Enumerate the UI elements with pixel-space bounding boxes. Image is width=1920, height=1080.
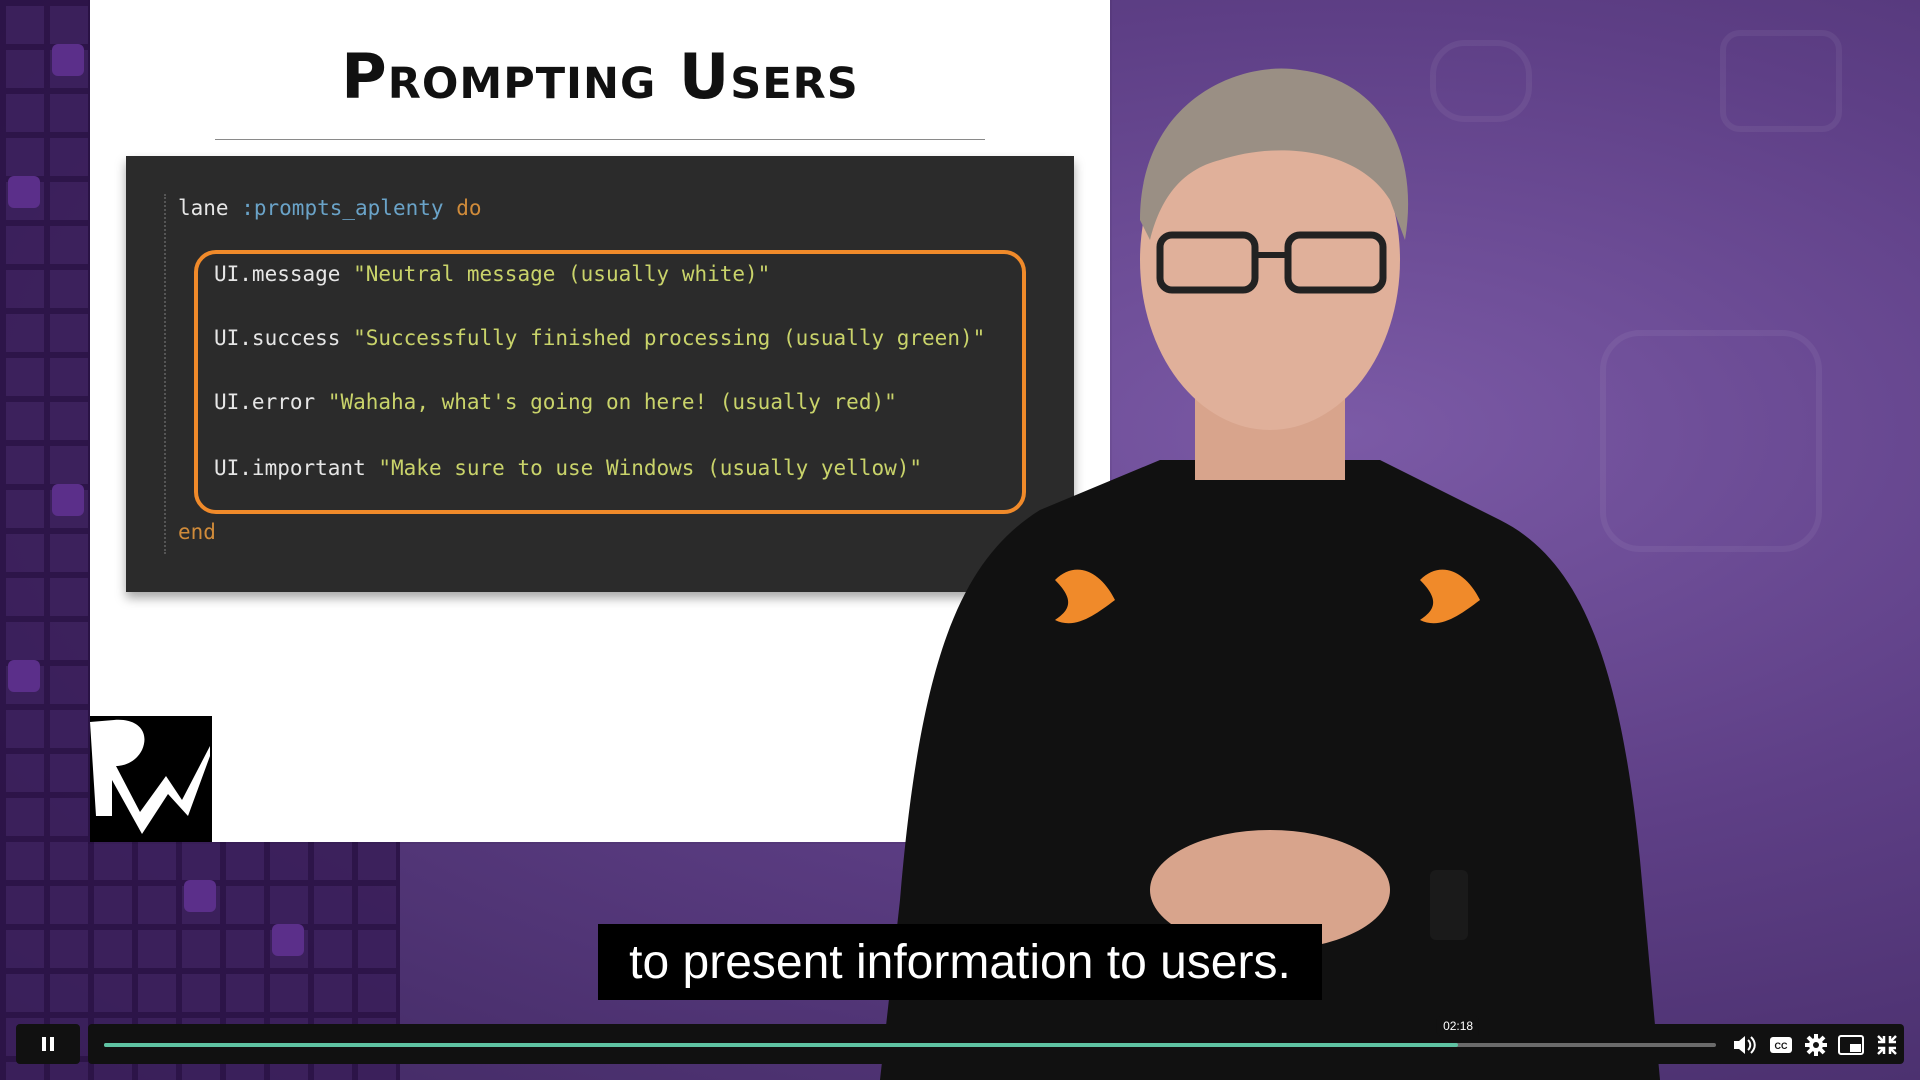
settings-button[interactable]: [1803, 1032, 1829, 1058]
player-controls: 02:18 CC: [0, 1016, 1920, 1080]
captions-button[interactable]: CC: [1768, 1032, 1794, 1058]
background-tile: [8, 176, 40, 208]
pause-button[interactable]: [16, 1024, 80, 1064]
raywenderlich-logo: [90, 716, 212, 842]
captions-icon: CC: [1770, 1037, 1792, 1053]
code-keyword: lane: [178, 196, 229, 220]
code-keyword: do: [456, 196, 482, 220]
volume-icon: [1734, 1036, 1756, 1054]
code-string: "Wahaha, what's going on here! (usually …: [327, 390, 897, 414]
video-caption: to present information to users.: [598, 924, 1322, 1000]
progress-track[interactable]: 02:18: [104, 1016, 1716, 1047]
captions-label: CC: [1775, 1041, 1788, 1051]
settings-icon: [1805, 1034, 1827, 1056]
code-call: UI.important: [214, 456, 366, 480]
code-call: UI.success: [214, 326, 341, 350]
picture-in-picture-button[interactable]: [1838, 1032, 1864, 1058]
picture-in-picture-icon: [1838, 1035, 1864, 1055]
exit-fullscreen-button[interactable]: [1874, 1032, 1900, 1058]
indent-guide: [164, 194, 168, 554]
volume-button[interactable]: [1732, 1032, 1758, 1058]
code-line-6: end: [178, 520, 216, 544]
code-line-5: UI.important "Make sure to use Windows (…: [214, 456, 922, 480]
background-tile: [52, 44, 84, 76]
pause-icon: [42, 1037, 54, 1051]
current-time-tooltip: 02:18: [1437, 1016, 1480, 1036]
code-call: UI.message: [214, 262, 341, 286]
background-tile: [52, 484, 84, 516]
code-string: "Neutral message (usually white)": [353, 262, 771, 286]
code-line-4: UI.error "Wahaha, what's going on here! …: [214, 390, 897, 414]
background-glyph: [1720, 30, 1842, 132]
code-string: "Make sure to use Windows (usually yello…: [378, 456, 923, 480]
code-line-2: UI.message "Neutral message (usually whi…: [214, 262, 770, 286]
code-symbol: :prompts_aplenty: [241, 196, 444, 220]
progress-fill: [104, 1043, 1459, 1047]
background-tile: [8, 660, 40, 692]
progress-bar-container: 02:18 CC: [88, 1016, 1904, 1064]
code-line-1: lane :prompts_aplenty do: [178, 196, 481, 220]
code-call: UI.error: [214, 390, 316, 414]
background-tile: [272, 924, 304, 956]
background-tile: [184, 880, 216, 912]
exit-fullscreen-icon: [1877, 1035, 1897, 1055]
